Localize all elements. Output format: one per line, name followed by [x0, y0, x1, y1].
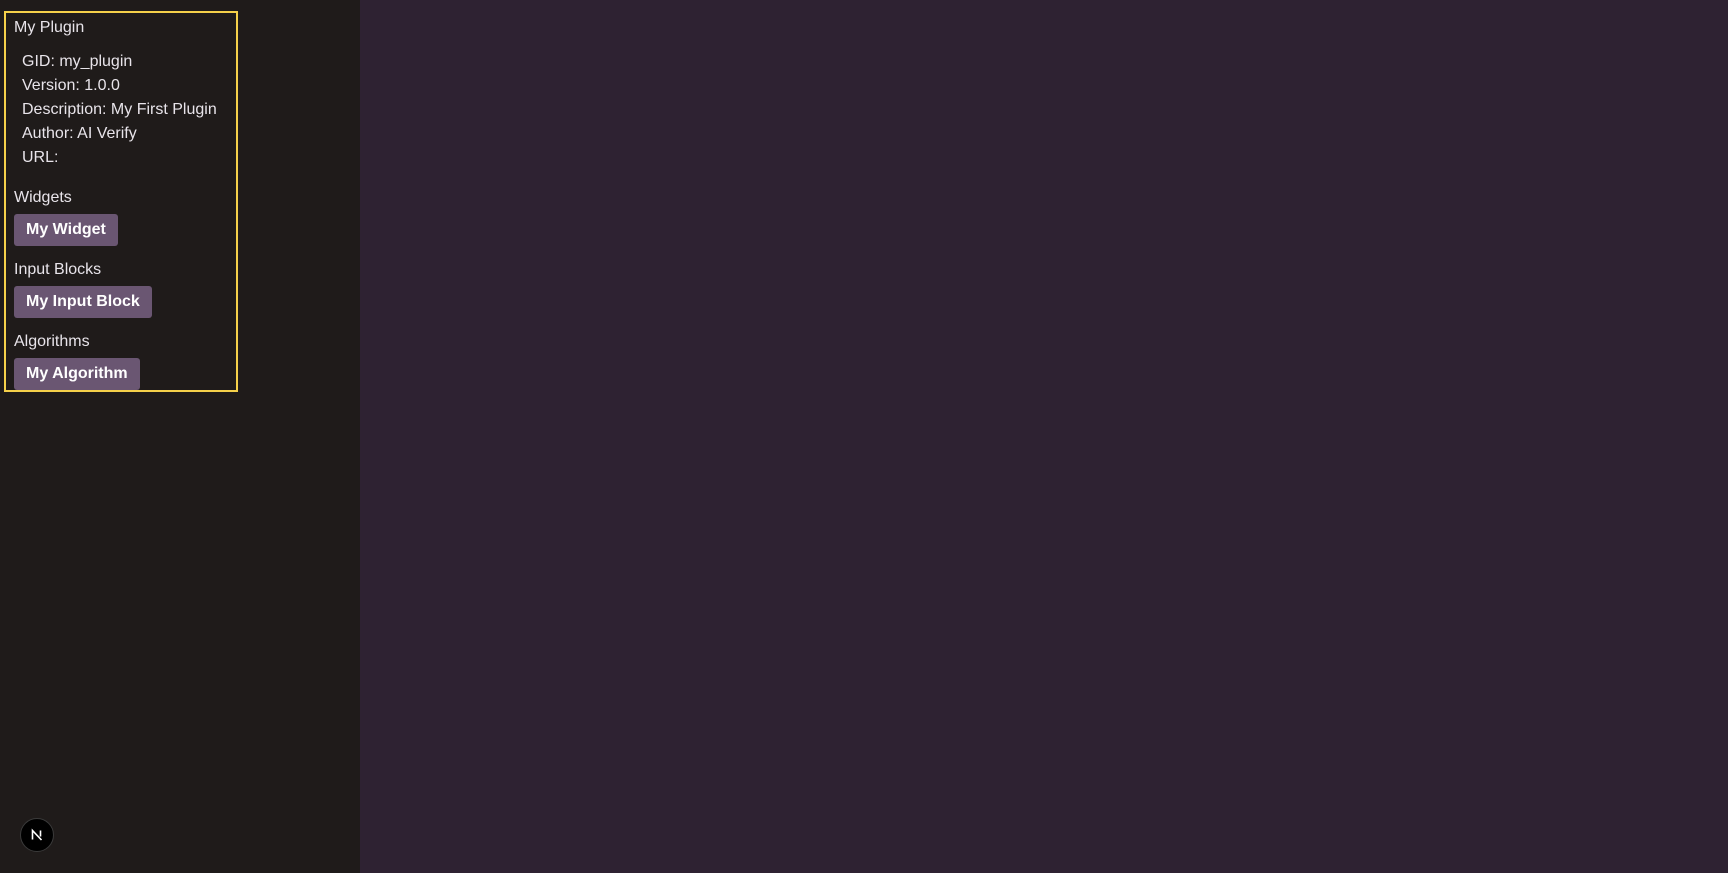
algorithms-section: Algorithms My Algorithm [14, 332, 236, 390]
nextjs-dev-indicator-button[interactable] [20, 818, 54, 852]
nextjs-logo-icon [31, 828, 43, 841]
plugin-author: Author: AI Verify [22, 125, 137, 142]
plugin-card: My Plugin GID: my_plugin Version: 1.0.0 … [4, 11, 238, 392]
plugin-url: URL: [22, 149, 59, 166]
widgets-section: Widgets My Widget [14, 188, 236, 246]
my-algorithm-button[interactable]: My Algorithm [14, 358, 140, 390]
my-widget-button[interactable]: My Widget [14, 214, 118, 246]
algorithms-section-title: Algorithms [14, 333, 90, 350]
widgets-section-title: Widgets [14, 189, 72, 206]
plugin-version: Version: 1.0.0 [22, 77, 120, 94]
app-root: My Plugin GID: my_plugin Version: 1.0.0 … [0, 0, 1728, 873]
plugin-description: Description: My First Plugin [22, 101, 217, 118]
plugin-metadata: GID: my_plugin Version: 1.0.0 Descriptio… [14, 50, 236, 170]
my-input-block-button[interactable]: My Input Block [14, 286, 152, 318]
plugin-title: My Plugin [14, 19, 85, 36]
sidebar: My Plugin GID: my_plugin Version: 1.0.0 … [0, 0, 360, 873]
plugin-gid: GID: my_plugin [22, 53, 133, 70]
input-blocks-section-title: Input Blocks [14, 261, 102, 278]
input-blocks-section: Input Blocks My Input Block [14, 260, 236, 318]
main-content [360, 0, 1728, 873]
